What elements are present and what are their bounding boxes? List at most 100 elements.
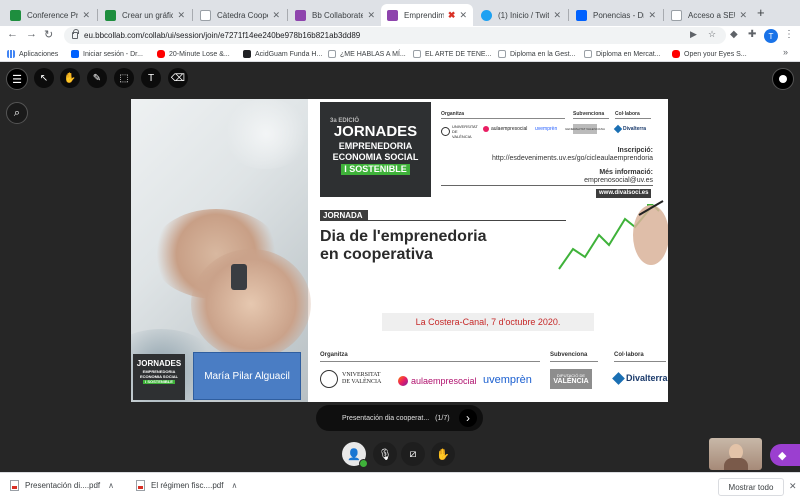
bookmark-favicon: [328, 50, 336, 58]
bottom-uv-logo: VNIVERSITAT DE VALÈNCIA: [320, 370, 381, 388]
extension-icon[interactable]: ◆: [730, 29, 738, 40]
microphone-button[interactable]: 🎙: [373, 442, 397, 466]
browser-tab[interactable]: (1) Inicio / Twitter ✕: [475, 4, 567, 26]
reload-icon[interactable]: ↻: [44, 28, 53, 41]
downloads-bar: Presentación di....pdf ∧ El régimen fisc…: [0, 472, 800, 500]
profile-avatar[interactable]: T: [764, 29, 778, 43]
browser-tab[interactable]: Ponencias - Dropb... ✕: [570, 4, 662, 26]
more-bookmarks-icon[interactable]: »: [783, 47, 788, 57]
close-icon[interactable]: ✕: [82, 10, 90, 21]
bottom-divalterra-logo: Divalterra: [612, 371, 668, 385]
chevron-up-icon[interactable]: ∧: [108, 481, 114, 490]
dropbox-icon: [576, 9, 587, 21]
dropbox-icon: [71, 50, 79, 58]
shape-icon: ⬚: [119, 72, 129, 84]
bookmark-label: 20-Minute Lose &...: [169, 50, 230, 58]
raise-hand-button[interactable]: ✋: [431, 442, 455, 466]
back-icon[interactable]: ←: [7, 28, 18, 40]
chevron-up-icon[interactable]: ∧: [231, 481, 237, 490]
tab-favicon: [481, 9, 492, 21]
seal-icon: [320, 370, 338, 388]
eraser-icon: ⌫: [170, 72, 186, 84]
pen-tool-button[interactable]: ✎: [87, 68, 107, 88]
tab-label: Conference Progr...: [27, 10, 79, 20]
shape-tool-button[interactable]: ⬚: [114, 68, 134, 88]
event-title: Dia de l'emprenedoria en cooperativa: [320, 228, 487, 264]
menu-icon[interactable]: ⋮: [784, 29, 794, 40]
presentation-bar: Presentación dia cooperat... (1/7) ›: [316, 405, 483, 431]
hand-shape: [633, 205, 668, 265]
tab-favicon: [105, 9, 116, 21]
download-name: El régimen fisc....pdf: [151, 481, 224, 490]
hand-icon: ✋: [63, 72, 77, 84]
bookmark-item[interactable]: Open your Eyes S...: [672, 48, 747, 60]
tab-label: Bb Collaborate Ses...: [312, 10, 364, 20]
youtube-icon: [157, 50, 165, 58]
star-icon[interactable]: ☆: [708, 29, 716, 40]
session-menu-button[interactable]: ☰: [6, 68, 28, 90]
bookmark-item[interactable]: 20-Minute Lose &...: [157, 48, 230, 60]
logo-line4: I SOSTENIBLE: [341, 164, 410, 175]
apps-icon: [7, 50, 15, 58]
tab-label: Ponencias - Dropb...: [593, 10, 644, 20]
bookmark-item[interactable]: Iniciar sesión - Dr...: [71, 48, 143, 60]
browser-tab[interactable]: Acceso a SEU ✕: [665, 4, 753, 26]
collaborate-panel-button[interactable]: ◆: [770, 444, 800, 466]
browser-tab-active[interactable]: Emprendimie ✖ ✕: [381, 4, 473, 26]
browser-tab[interactable]: Conference Progr... ✕: [4, 4, 96, 26]
bookmark-favicon: [584, 50, 592, 58]
title-line2: en cooperativa: [320, 246, 433, 263]
pdf-icon: [10, 480, 19, 491]
tab-label: Crear un gráfico &...: [122, 10, 174, 20]
close-icon[interactable]: ✕: [177, 10, 185, 21]
zoom-button[interactable]: ⌕: [6, 102, 28, 124]
browser-tab[interactable]: Càtedra Cooperat... ✕: [194, 4, 286, 26]
bookmark-favicon: [243, 50, 251, 58]
download-item[interactable]: El régimen fisc....pdf ∧: [136, 480, 237, 491]
bookmark-item[interactable]: EL ARTE DE TENE...: [413, 48, 491, 60]
download-item[interactable]: Presentación di....pdf ∧: [10, 480, 114, 491]
bookmark-label: ¿ME HABLAS A MÍ...: [340, 50, 406, 58]
browser-tab[interactable]: Bb Collaborate Ses... ✕: [289, 4, 381, 26]
small-logo-line4: I SOSTENIBLE: [143, 379, 175, 384]
camera-icon[interactable]: ▶: [690, 29, 697, 40]
logo-line3: ECONOMIA SOCIAL: [332, 152, 419, 162]
close-icon[interactable]: ✕: [648, 10, 656, 21]
bookmark-item[interactable]: ¿ME HABLAS A MÍ...: [328, 48, 406, 60]
close-icon[interactable]: ✕: [459, 10, 467, 21]
small-logo-line1: JORNADES: [136, 359, 182, 368]
close-icon[interactable]: ✖: [448, 10, 456, 21]
puzzle-icon[interactable]: ✚: [748, 29, 756, 40]
chevron-right-icon: ›: [466, 411, 470, 425]
participant-video: [709, 438, 762, 470]
bookmark-item[interactable]: Diploma en la Gest...: [498, 48, 575, 60]
close-icon[interactable]: ✕: [739, 10, 747, 21]
close-icon[interactable]: ✕: [789, 481, 797, 492]
bookmark-item[interactable]: Diploma en Mercat...: [584, 48, 661, 60]
session-options-button[interactable]: [772, 68, 794, 90]
youtube-icon: [672, 50, 680, 58]
close-icon[interactable]: ✕: [553, 10, 561, 21]
pan-tool-button[interactable]: ✋: [60, 68, 80, 88]
close-icon[interactable]: ✕: [367, 10, 375, 21]
next-slide-button[interactable]: ›: [459, 409, 477, 427]
tab-favicon: [295, 9, 306, 21]
bookmark-item[interactable]: AcidGuam Funda H...: [243, 48, 322, 60]
title-line1: Dia de l'emprenedoria: [320, 228, 487, 245]
hamburger-icon: ☰: [12, 73, 22, 86]
camera-button[interactable]: ⧄: [401, 442, 425, 466]
new-tab-button[interactable]: +: [757, 5, 765, 20]
bookmark-apps[interactable]: Aplicaciones: [7, 48, 58, 60]
close-icon[interactable]: ✕: [272, 10, 280, 21]
my-status-button[interactable]: 👤: [342, 442, 368, 468]
eraser-tool-button[interactable]: ⌫: [168, 68, 188, 88]
forward-icon[interactable]: →: [26, 28, 37, 40]
browser-toolbar: ← → ↻ eu.bbcollab.com/collab/ui/session/…: [0, 26, 800, 46]
browser-tab[interactable]: Crear un gráfico &... ✕: [99, 4, 191, 26]
bottom-uvempren-logo: uvemprèn: [483, 374, 532, 386]
pointer-tool-button[interactable]: ↖: [34, 68, 54, 88]
show-all-downloads-button[interactable]: Mostrar todo: [718, 478, 784, 496]
collaborate-stage: ☰ ⌕ ↖ ✋ ✎ ⬚ T ⌫ 3a EDICIÓ JORNADES EMPRE…: [0, 62, 800, 472]
text-tool-button[interactable]: T: [141, 68, 161, 88]
address-bar[interactable]: eu.bbcollab.com/collab/ui/session/join/e…: [64, 27, 726, 44]
